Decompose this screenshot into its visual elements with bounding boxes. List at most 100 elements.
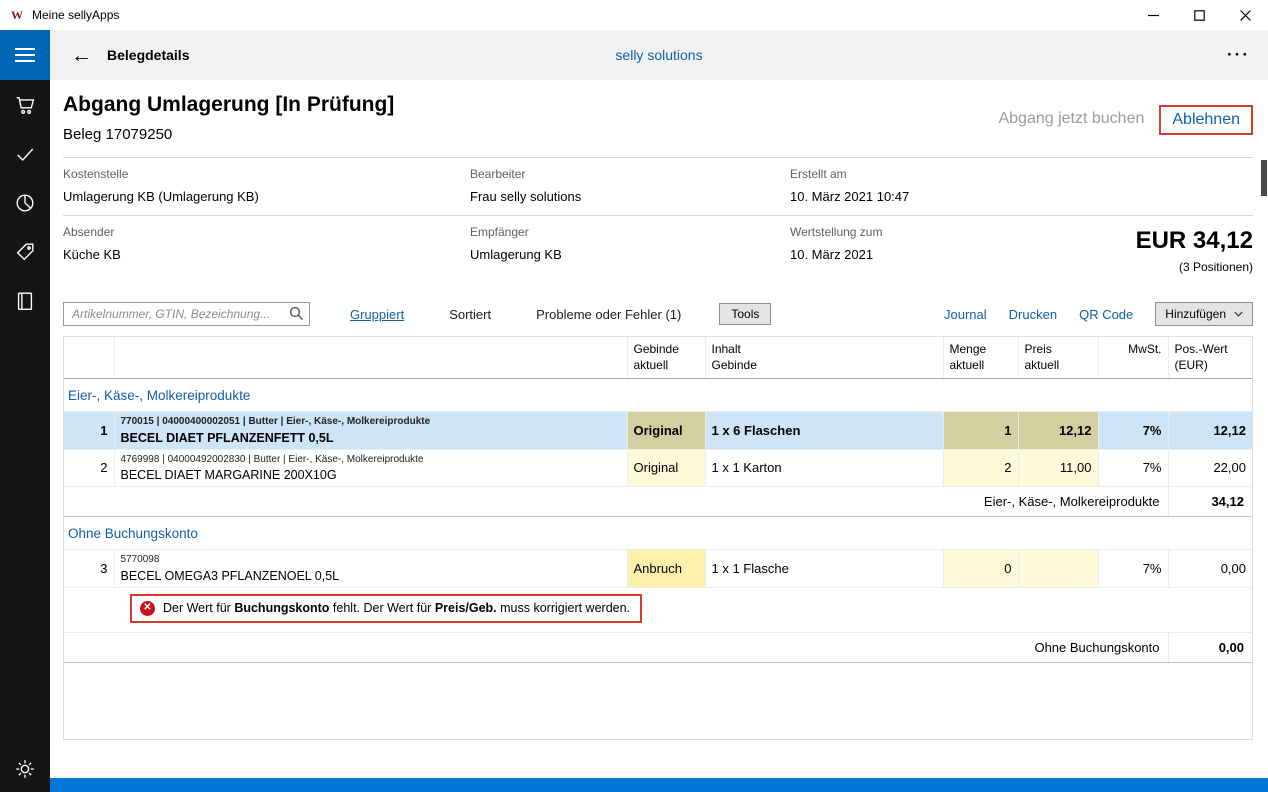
error-message-box: ✕ Der Wert für Buchungskonto fehlt. Der …	[130, 594, 642, 623]
total-amount: EUR 34,12	[1090, 227, 1253, 255]
col-header-preis: Preis aktuell	[1018, 337, 1098, 379]
vertical-scrollbar[interactable]	[1261, 160, 1267, 196]
chevron-down-icon	[1234, 311, 1243, 317]
info-kostenstelle: Kostenstelle Umlagerung KB (Umlagerung K…	[63, 167, 470, 204]
positions-count: (3 Positionen)	[1090, 260, 1253, 274]
app-body: ← Belegdetails selly solutions ··· Abgan…	[0, 30, 1268, 792]
document-actions: Abgang jetzt buchen Ablehnen	[998, 105, 1253, 143]
book-now-button[interactable]: Abgang jetzt buchen	[998, 105, 1144, 128]
error-message: Der Wert für Buchungskonto fehlt. Der We…	[163, 601, 630, 615]
bottom-status-bar	[50, 778, 1268, 792]
article-cell: 4769998 | 04000492002830 | Butter | Eier…	[114, 449, 627, 487]
title-bar: W Meine sellyApps	[0, 0, 1268, 30]
table-row[interactable]: 1 770015 | 04000400002051 | Butter | Eie…	[64, 412, 1252, 450]
article-name: BECEL OMEGA3 PFLANZENOEL 0,5L	[121, 569, 621, 583]
minimize-button[interactable]	[1130, 0, 1176, 30]
document-header: Abgang Umlagerung [In Prüfung] Beleg 170…	[63, 93, 1253, 143]
inhalt-cell: 1 x 6 Flaschen	[705, 412, 943, 450]
table-row[interactable]: 2 4769998 | 04000492002830 | Butter | Ei…	[64, 449, 1252, 487]
subtotal-label: Eier-, Käse-, Molkereiprodukte	[64, 487, 1168, 517]
mwst-cell: 7%	[1098, 449, 1168, 487]
error-icon: ✕	[140, 601, 155, 616]
window-title: Meine sellyApps	[32, 8, 119, 22]
main-column: ← Belegdetails selly solutions ··· Abgan…	[50, 30, 1268, 792]
row-number: 2	[64, 449, 114, 487]
app-icon: W	[9, 7, 25, 23]
preis-cell[interactable]	[1018, 550, 1098, 588]
col-header-gebinde: Gebinde aktuell	[627, 337, 705, 379]
inhalt-cell: 1 x 1 Karton	[705, 449, 943, 487]
menge-cell[interactable]: 2	[943, 449, 1018, 487]
info-bearbeiter: Bearbeiter Frau selly solutions	[470, 167, 790, 204]
group-header: Eier-, Käse-, Molkereiprodukte	[64, 379, 1252, 412]
journal-link[interactable]: Journal	[944, 307, 987, 322]
col-header-poswert: Pos.-Wert (EUR)	[1168, 337, 1252, 379]
sortiert-link[interactable]: Sortiert	[449, 307, 491, 322]
info-absender: Absender Küche KB	[63, 225, 470, 274]
subtotal-value: 0,00	[1168, 632, 1252, 662]
gear-icon[interactable]	[13, 757, 37, 781]
row-number: 3	[64, 550, 114, 588]
col-header-article	[114, 337, 627, 379]
positions-table-container: Gebinde aktuell Inhalt Gebinde Menge akt…	[63, 336, 1253, 740]
table-header-row: Gebinde aktuell Inhalt Gebinde Menge akt…	[64, 337, 1252, 379]
article-name: BECEL DIAET PFLANZENFETT 0,5L	[121, 431, 621, 445]
toolbar-right: Journal Drucken QR Code Hinzufügen	[944, 302, 1253, 326]
tools-button[interactable]: Tools	[719, 303, 771, 325]
info-empfaenger: Empfänger Umlagerung KB	[470, 225, 790, 274]
menge-cell[interactable]: 1	[943, 412, 1018, 450]
preis-cell[interactable]: 11,00	[1018, 449, 1098, 487]
mwst-cell: 7%	[1098, 412, 1168, 450]
preis-cell[interactable]: 12,12	[1018, 412, 1098, 450]
app-window: W Meine sellyApps	[0, 0, 1268, 792]
col-header-inhalt: Inhalt Gebinde	[705, 337, 943, 379]
menge-cell[interactable]: 0	[943, 550, 1018, 588]
article-meta: 4769998 | 04000492002830 | Butter | Eier…	[121, 454, 621, 467]
more-options-icon[interactable]: ···	[1227, 45, 1250, 65]
article-cell: 770015 | 04000400002051 | Butter | Eier-…	[114, 412, 627, 450]
pie-chart-icon[interactable]	[13, 191, 37, 215]
col-header-num	[64, 337, 114, 379]
maximize-button[interactable]	[1176, 0, 1222, 30]
article-cell: 5770098 BECEL OMEGA3 PFLANZENOEL 0,5L	[114, 550, 627, 588]
search-field-wrap	[63, 302, 310, 326]
window-controls	[1130, 0, 1268, 30]
mwst-cell: 7%	[1098, 550, 1168, 588]
article-name: BECEL DIAET MARGARINE 200X10G	[121, 468, 621, 482]
close-button[interactable]	[1222, 0, 1268, 30]
cart-icon[interactable]	[13, 93, 37, 117]
reject-button[interactable]: Ablehnen	[1159, 105, 1253, 135]
info-wertstellung: Wertstellung zum 10. März 2021	[790, 225, 1090, 274]
tag-icon[interactable]	[13, 240, 37, 264]
table-row[interactable]: 3 5770098 BECEL OMEGA3 PFLANZENOEL 0,5L …	[64, 550, 1252, 588]
sidebar	[0, 30, 50, 792]
drucken-link[interactable]: Drucken	[1009, 307, 1057, 322]
back-arrow-icon[interactable]: ←	[71, 45, 92, 66]
info-erstellt-am: Erstellt am 10. März 2021 10:47	[790, 167, 1090, 204]
gebinde-cell[interactable]: Original	[627, 449, 705, 487]
document-total: EUR 34,12 (3 Positionen)	[1090, 225, 1253, 274]
search-icon[interactable]	[289, 306, 304, 324]
document-title: Abgang Umlagerung [In Prüfung]	[63, 93, 394, 117]
qr-code-link[interactable]: QR Code	[1079, 307, 1133, 322]
hinzufuegen-button[interactable]: Hinzufügen	[1155, 302, 1253, 326]
poswert-cell: 12,12	[1168, 412, 1252, 450]
col-header-menge: Menge aktuell	[943, 337, 1018, 379]
hamburger-menu-icon[interactable]	[0, 30, 50, 80]
gebinde-cell[interactable]: Anbruch	[627, 550, 705, 588]
group-subtotal: Ohne Buchungskonto 0,00	[64, 632, 1252, 662]
article-meta: 770015 | 04000400002051 | Butter | Eier-…	[121, 416, 621, 429]
check-icon[interactable]	[13, 142, 37, 166]
poswert-cell: 22,00	[1168, 449, 1252, 487]
search-input[interactable]	[63, 302, 310, 326]
book-icon[interactable]	[13, 289, 37, 313]
row-number: 1	[64, 412, 114, 450]
group-header: Ohne Buchungskonto	[64, 517, 1252, 550]
sidebar-icons	[13, 93, 37, 313]
gebinde-cell[interactable]: Original	[627, 412, 705, 450]
positions-table: Gebinde aktuell Inhalt Gebinde Menge akt…	[64, 337, 1252, 663]
gruppiert-link[interactable]: Gruppiert	[350, 307, 404, 322]
page-title: Belegdetails	[107, 47, 189, 63]
col-header-mwst: MwSt.	[1098, 337, 1168, 379]
probleme-fehler-link[interactable]: Probleme oder Fehler (1)	[536, 307, 681, 322]
